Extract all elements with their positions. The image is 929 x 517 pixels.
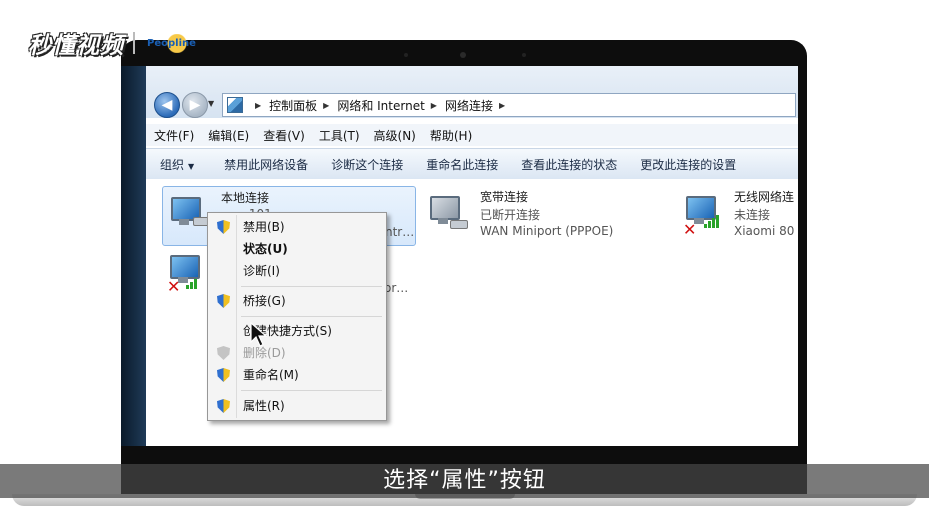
modem-icon [450, 220, 468, 229]
diagnose-connection-button[interactable]: 诊断这个连接 [321, 156, 416, 173]
shield-icon [217, 399, 230, 413]
disconnected-x-icon: ✕ [683, 220, 697, 239]
view-status-button[interactable]: 查看此连接的状态 [511, 156, 630, 173]
connection-name: 本地连接 [221, 191, 270, 205]
chevron-right-icon[interactable]: ▶ [255, 101, 261, 110]
menu-item-label: 重命名(M) [243, 368, 299, 382]
menu-tools[interactable]: 工具(T) [311, 127, 366, 144]
connection-device: Xiaomi 80 [734, 224, 795, 238]
breadcrumb-network-connections[interactable]: 网络连接 [445, 97, 493, 114]
monitor-stand-icon [438, 218, 448, 224]
forward-button[interactable]: ▶ [182, 92, 208, 118]
address-row: ◀ ▶ ▼ ▶ 控制面板 ▶ 网络和 Internet ▶ 网络连接 ▶ [146, 66, 798, 118]
menu-item-status[interactable]: 状态(U) [210, 239, 384, 259]
brand-divider [133, 32, 135, 54]
menu-item-properties[interactable]: 属性(R) [210, 396, 384, 416]
rename-connection-button[interactable]: 重命名此连接 [416, 156, 511, 173]
shield-icon [217, 346, 230, 360]
menu-item-diagnose[interactable]: 诊断(I) [210, 261, 384, 281]
shield-icon [217, 368, 230, 382]
partner-logo: Peopline [144, 33, 199, 53]
shield-icon [217, 220, 230, 234]
shield-icon [217, 294, 230, 308]
connection-item-broadband[interactable]: 宽带连接 已断开连接 WAN Miniport (PPPOE) [422, 186, 652, 244]
monitor-icon [430, 196, 460, 220]
chevron-right-icon[interactable]: ▶ [323, 101, 329, 110]
video-brand-logo: 秒懂视频 Peopline [28, 26, 199, 60]
chevron-down-icon: ▼ [188, 161, 195, 171]
breadcrumb-network-internet[interactable]: 网络和 Internet [337, 97, 424, 114]
chevron-right-icon[interactable]: ▶ [431, 101, 437, 110]
connection-device: or… [384, 281, 409, 295]
menu-item-delete: 删除(D) [210, 343, 384, 363]
menu-file[interactable]: 文件(F) [146, 127, 200, 144]
mouse-pointer-icon [250, 322, 268, 347]
disable-device-button[interactable]: 禁用此网络设备 [214, 156, 321, 173]
connection-status: 未连接 [734, 208, 771, 222]
menu-bar: 文件(F) 编辑(E) 查看(V) 工具(T) 高级(N) 帮助(H) [146, 124, 798, 146]
video-subtitle: 选择“属性”按钮 [383, 468, 546, 493]
wireless-network-icon: ✕ [682, 194, 719, 239]
connection-device: ntr… [385, 225, 415, 239]
breadcrumb-control-panel[interactable]: 控制面板 [269, 97, 317, 114]
menu-item-label: 禁用(B) [243, 220, 285, 234]
wireless-network-icon: ✕ [166, 253, 202, 296]
webcam [460, 52, 466, 58]
disconnected-x-icon: ✕ [167, 277, 181, 296]
signal-bars-icon [186, 275, 206, 289]
connection-item-wireless[interactable]: ✕ 无线网络连 未连接 Xiaomi 80 [678, 186, 796, 244]
command-bar: 组织 ▼ 禁用此网络设备 诊断这个连接 重命名此连接 查看此连接的状态 更改此连接… [146, 148, 798, 180]
menu-item-create-shortcut[interactable]: 创建快捷方式(S) [210, 321, 384, 341]
broadband-icon [426, 194, 468, 230]
connection-name: 宽带连接 [480, 190, 529, 204]
menu-item-label: 状态(U) [243, 242, 288, 256]
organize-button[interactable]: 组织 ▼ [146, 156, 214, 173]
connection-device: WAN Miniport (PPPOE) [480, 224, 614, 238]
menu-item-disable[interactable]: 禁用(B) [210, 217, 384, 237]
menu-item-label: 诊断(I) [243, 264, 280, 278]
menu-separator [241, 390, 382, 391]
menu-separator [241, 286, 382, 287]
menu-item-label: 桥接(G) [243, 294, 286, 308]
recent-pages-dropdown-icon[interactable]: ▼ [208, 99, 214, 108]
menu-item-bridge[interactable]: 桥接(G) [210, 291, 384, 311]
connection-name: 无线网络连 [734, 190, 795, 204]
desktop-background-strip [121, 66, 146, 446]
menu-advanced[interactable]: 高级(N) [366, 127, 422, 144]
menu-view[interactable]: 查看(V) [255, 127, 311, 144]
address-bar[interactable]: ▶ 控制面板 ▶ 网络和 Internet ▶ 网络连接 ▶ [222, 93, 796, 117]
control-panel-icon [227, 97, 243, 113]
back-button[interactable]: ◀ [154, 92, 180, 118]
change-settings-button[interactable]: 更改此连接的设置 [630, 156, 749, 173]
menu-separator [241, 316, 382, 317]
monitor-stand-icon [179, 219, 189, 225]
menu-item-rename[interactable]: 重命名(M) [210, 365, 384, 385]
brand-name: 秒懂视频 [28, 32, 124, 59]
signal-bars-icon [704, 214, 724, 228]
organize-label: 组织 [160, 157, 185, 172]
chevron-right-icon[interactable]: ▶ [499, 101, 505, 110]
wired-network-icon [167, 195, 211, 231]
sensor-dot [522, 53, 526, 57]
menu-item-label: 属性(R) [243, 399, 285, 413]
connection-status: 已断开连接 [480, 208, 541, 222]
sensor-dot [404, 53, 408, 57]
menu-edit[interactable]: 编辑(E) [200, 127, 255, 144]
menu-help[interactable]: 帮助(H) [422, 127, 478, 144]
context-menu: 禁用(B) 状态(U) 诊断(I) 桥接(G) 创建快捷方式(S) 删除(D) … [207, 212, 387, 421]
